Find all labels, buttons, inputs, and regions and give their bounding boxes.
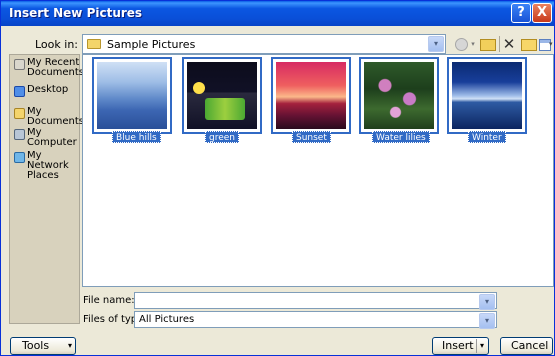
place-label: My Recent Documents bbox=[27, 57, 85, 78]
thumbnail-image bbox=[364, 62, 434, 129]
split-divider bbox=[476, 339, 477, 353]
insert-button-label: Insert bbox=[442, 339, 474, 352]
file-list[interactable]: Blue hills green Sunset Water lilies Win… bbox=[82, 54, 554, 287]
file-name-input[interactable] bbox=[137, 294, 477, 307]
place-label: Desktop bbox=[27, 84, 69, 95]
insert-button[interactable]: Insert ▾ bbox=[432, 337, 489, 355]
tools-button[interactable]: Tools ▾ bbox=[10, 337, 76, 355]
new-folder-icon[interactable] bbox=[519, 35, 537, 53]
file-thumbnail[interactable] bbox=[182, 57, 262, 134]
close-button[interactable]: X bbox=[532, 3, 552, 23]
file-name-field[interactable]: ▾ bbox=[134, 292, 497, 310]
my-computer-icon bbox=[14, 129, 25, 140]
place-my-computer[interactable]: My Computer bbox=[14, 128, 80, 152]
help-button[interactable]: ? bbox=[511, 3, 531, 23]
thumbnail-image bbox=[452, 62, 522, 129]
file-caption[interactable]: Winter bbox=[468, 131, 506, 143]
places-bar: My Recent Documents Desktop My Documents… bbox=[9, 54, 84, 324]
dialog-title: Insert New Pictures bbox=[9, 6, 143, 20]
file-name-dropdown-button[interactable]: ▾ bbox=[479, 294, 495, 310]
file-thumbnail[interactable] bbox=[92, 57, 172, 134]
desktop-icon bbox=[14, 86, 25, 97]
files-of-type-dropdown[interactable]: All Pictures ▾ bbox=[134, 311, 497, 329]
back-dropdown-icon[interactable]: ▾ bbox=[469, 35, 477, 53]
place-label: My Computer bbox=[27, 127, 77, 148]
insert-dropdown-icon[interactable]: ▾ bbox=[480, 338, 484, 354]
views-menu-icon[interactable] bbox=[538, 35, 554, 53]
look-in-dropdown[interactable]: Sample Pictures ▾ bbox=[82, 34, 446, 54]
file-thumbnail[interactable] bbox=[359, 57, 439, 134]
file-caption[interactable]: green bbox=[205, 131, 239, 143]
thumbnail-image bbox=[276, 62, 346, 129]
my-documents-icon bbox=[14, 108, 25, 119]
look-in-dropdown-button[interactable]: ▾ bbox=[428, 36, 444, 52]
tools-button-label: Tools bbox=[22, 339, 50, 352]
back-icon[interactable] bbox=[453, 35, 469, 53]
file-name-label: File name: bbox=[83, 295, 135, 306]
file-caption[interactable]: Blue hills bbox=[112, 131, 161, 143]
recent-documents-icon bbox=[14, 59, 25, 70]
place-label: My Documents bbox=[27, 106, 85, 127]
chevron-down-icon: ▾ bbox=[68, 341, 73, 350]
title-bar[interactable]: Insert New Pictures ? X bbox=[1, 1, 554, 26]
files-of-type-value: All Pictures bbox=[139, 314, 195, 325]
delete-icon[interactable]: ✕ bbox=[501, 35, 517, 53]
files-of-type-dropdown-button[interactable]: ▾ bbox=[479, 313, 495, 329]
toolbar-separator bbox=[499, 36, 500, 52]
file-caption[interactable]: Water lilies bbox=[372, 131, 430, 143]
file-caption[interactable]: Sunset bbox=[292, 131, 331, 143]
thumbnail-image bbox=[187, 62, 257, 129]
place-label: My Network Places bbox=[27, 150, 69, 181]
place-desktop[interactable]: Desktop bbox=[14, 85, 80, 99]
folder-icon bbox=[87, 39, 101, 49]
thumbnail-image bbox=[97, 62, 167, 129]
file-thumbnail[interactable] bbox=[271, 57, 351, 134]
network-places-icon bbox=[14, 152, 25, 163]
place-my-recent-documents[interactable]: My Recent Documents bbox=[14, 58, 84, 82]
insert-pictures-dialog: Insert New Pictures ? X Look in: Sample … bbox=[0, 0, 555, 356]
cancel-button[interactable]: Cancel bbox=[500, 337, 553, 355]
place-my-network-places[interactable]: My Network Places bbox=[14, 151, 80, 181]
up-one-level-icon[interactable] bbox=[478, 35, 496, 53]
look-in-label: Look in: bbox=[35, 38, 78, 51]
cancel-button-label: Cancel bbox=[511, 339, 549, 352]
file-thumbnail[interactable] bbox=[447, 57, 527, 134]
look-in-value: Sample Pictures bbox=[107, 38, 196, 51]
